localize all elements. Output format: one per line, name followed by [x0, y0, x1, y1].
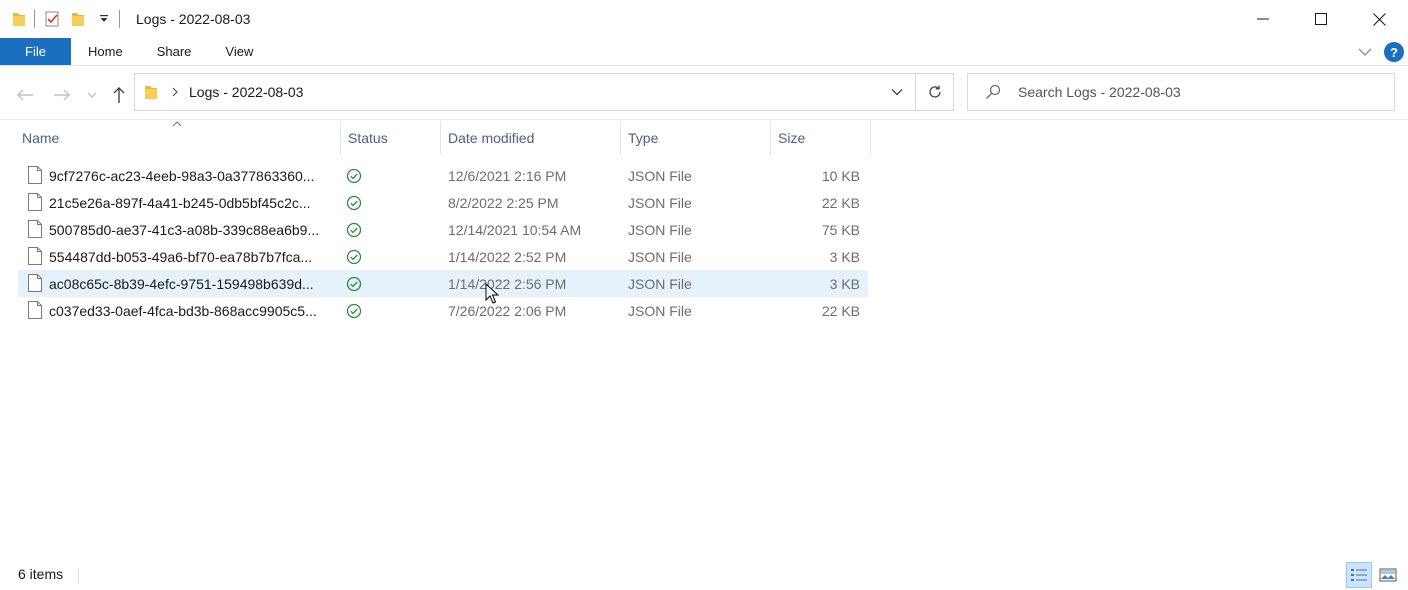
column-header-date-modified[interactable]: Date modified [441, 121, 621, 155]
tab-share[interactable]: Share [140, 38, 209, 65]
address-dropdown-button[interactable] [879, 74, 915, 110]
properties-icon[interactable] [43, 10, 61, 28]
minimize-icon [1257, 18, 1269, 20]
file-name: c037ed33-0aef-4fca-bd3b-868acc9905c5... [49, 302, 317, 319]
file-date-modified: 1/14/2022 2:56 PM [448, 275, 567, 292]
file-row[interactable]: 9cf7276c-ac23-4eeb-98a3-0a377863360... 1… [18, 162, 868, 189]
column-header-name[interactable]: Name [15, 121, 341, 155]
file-size: 3 KB [829, 248, 860, 265]
close-button[interactable] [1350, 0, 1408, 38]
file-size: 22 KB [821, 302, 860, 319]
customize-toolbar-dropdown-icon[interactable] [95, 10, 113, 28]
file-date-modified: 12/14/2021 10:54 AM [448, 221, 582, 238]
chevron-down-icon [891, 89, 903, 96]
column-header-size[interactable]: Size [771, 121, 871, 155]
large-icons-view-button[interactable] [1375, 562, 1401, 588]
back-arrow-icon [17, 89, 33, 101]
refresh-icon [929, 85, 941, 98]
file-name: 9cf7276c-ac23-4eeb-98a3-0a377863360... [49, 167, 315, 184]
breadcrumb-chevron-icon[interactable] [171, 85, 179, 100]
maximize-button[interactable] [1292, 0, 1350, 38]
column-headers: Name Status Date modified Type Size [0, 121, 872, 155]
ribbon-tabs: File Home Share View ? [0, 38, 1408, 66]
sync-status-ok-icon [346, 276, 362, 292]
file-icon [28, 220, 42, 238]
new-folder-icon[interactable] [69, 10, 87, 28]
file-row[interactable]: ac08c65c-8b39-4efc-9751-159498b639d... 1… [18, 270, 868, 297]
minimize-button[interactable] [1234, 0, 1292, 38]
file-date-modified: 7/26/2022 2:06 PM [448, 302, 567, 319]
refresh-button[interactable] [916, 74, 954, 110]
details-view-icon [1351, 569, 1367, 581]
sync-status-ok-icon [346, 303, 362, 319]
address-bar[interactable]: Logs - 2022-08-03 [134, 73, 954, 111]
search-input[interactable] [1018, 84, 1378, 100]
file-type: JSON File [628, 302, 692, 319]
file-icon [28, 274, 42, 292]
forward-arrow-icon [54, 89, 70, 101]
file-icon [28, 301, 42, 319]
file-row[interactable]: c037ed33-0aef-4fca-bd3b-868acc9905c5... … [18, 297, 868, 324]
up-arrow-icon [113, 87, 125, 103]
file-type: JSON File [628, 167, 692, 184]
file-size: 3 KB [829, 275, 860, 292]
file-size: 10 KB [821, 167, 860, 184]
folder-icon [145, 86, 157, 99]
sync-status-ok-icon [346, 222, 362, 238]
file-size: 75 KB [821, 221, 860, 238]
title-bar: Logs - 2022-08-03 [0, 0, 1408, 38]
back-button[interactable] [14, 84, 36, 106]
column-header-status[interactable]: Status [341, 121, 441, 155]
file-icon [28, 193, 42, 211]
file-date-modified: 8/2/2022 2:25 PM [448, 194, 559, 211]
recent-locations-button[interactable] [83, 84, 101, 106]
large-icons-view-icon [1379, 568, 1397, 582]
tab-view[interactable]: View [208, 38, 270, 65]
file-name: 554487dd-b053-49a6-bf70-ea78b7b7fca... [49, 248, 313, 265]
file-icon [28, 247, 42, 265]
item-count: 6 items [18, 566, 64, 582]
file-size: 22 KB [821, 194, 860, 211]
details-view-button[interactable] [1346, 562, 1372, 588]
file-icon [28, 166, 42, 184]
chevron-down-icon [87, 92, 97, 98]
window-controls [1234, 0, 1408, 38]
file-date-modified: 12/6/2021 2:16 PM [448, 167, 567, 184]
file-name: ac08c65c-8b39-4efc-9751-159498b639d... [49, 275, 314, 292]
tab-home[interactable]: Home [71, 38, 140, 65]
file-row[interactable]: 554487dd-b053-49a6-bf70-ea78b7b7fca... 1… [18, 243, 868, 270]
toolbar-separator [119, 10, 120, 28]
forward-button[interactable] [51, 84, 73, 106]
file-type: JSON File [628, 248, 692, 265]
help-icon[interactable]: ? [1384, 42, 1404, 62]
file-date-modified: 1/14/2022 2:52 PM [448, 248, 567, 265]
sync-status-ok-icon [346, 195, 362, 211]
close-icon [1372, 12, 1386, 26]
window-title: Logs - 2022-08-03 [136, 11, 251, 27]
tab-file[interactable]: File [0, 38, 71, 65]
file-name: 500785d0-ae37-41c3-a08b-339c88ea6b9... [49, 221, 320, 238]
file-type: JSON File [628, 275, 692, 292]
breadcrumb-current[interactable]: Logs - 2022-08-03 [189, 84, 303, 100]
sync-status-ok-icon [346, 168, 362, 184]
search-box[interactable] [967, 73, 1395, 111]
folder-icon [10, 10, 28, 28]
expand-ribbon-icon[interactable] [1358, 44, 1372, 60]
mouse-cursor-icon [485, 283, 499, 304]
column-header-type[interactable]: Type [621, 121, 771, 155]
file-type: JSON File [628, 221, 692, 238]
maximize-icon [1315, 13, 1327, 25]
search-icon [984, 83, 1002, 101]
up-button[interactable] [108, 84, 130, 106]
file-list: 9cf7276c-ac23-4eeb-98a3-0a377863360... 1… [18, 162, 868, 324]
file-type: JSON File [628, 194, 692, 211]
status-bar: 6 items [0, 560, 1408, 590]
quick-access-toolbar [0, 0, 128, 38]
file-name: 21c5e26a-897f-4a41-b245-0db5bf45c2c... [49, 194, 311, 211]
file-row[interactable]: 500785d0-ae37-41c3-a08b-339c88ea6b9... 1… [18, 216, 868, 243]
toolbar-separator [34, 10, 35, 28]
file-row[interactable]: 21c5e26a-897f-4a41-b245-0db5bf45c2c... 8… [18, 189, 868, 216]
sync-status-ok-icon [346, 249, 362, 265]
navigation-bar: Logs - 2022-08-03 [0, 66, 1408, 120]
